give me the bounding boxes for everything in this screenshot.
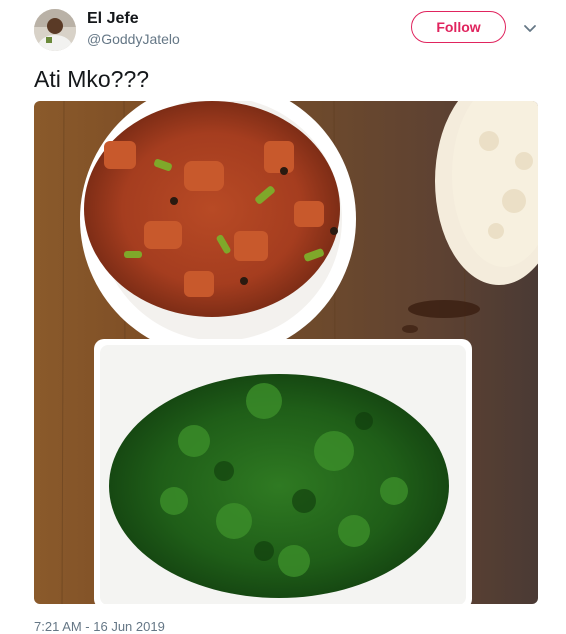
display-name[interactable]: El Jefe — [87, 10, 139, 28]
user-handle[interactable]: @GoddyJatelo — [87, 31, 180, 47]
tweet-photo[interactable] — [34, 101, 538, 604]
avatar[interactable] — [34, 9, 76, 51]
avatar-photo — [34, 9, 76, 51]
tweet-text: Ati Mko??? — [34, 66, 150, 92]
more-options-button[interactable] — [520, 18, 540, 38]
follow-button[interactable]: Follow — [411, 11, 506, 43]
chevron-down-icon — [524, 25, 536, 32]
food-photo — [34, 101, 538, 604]
